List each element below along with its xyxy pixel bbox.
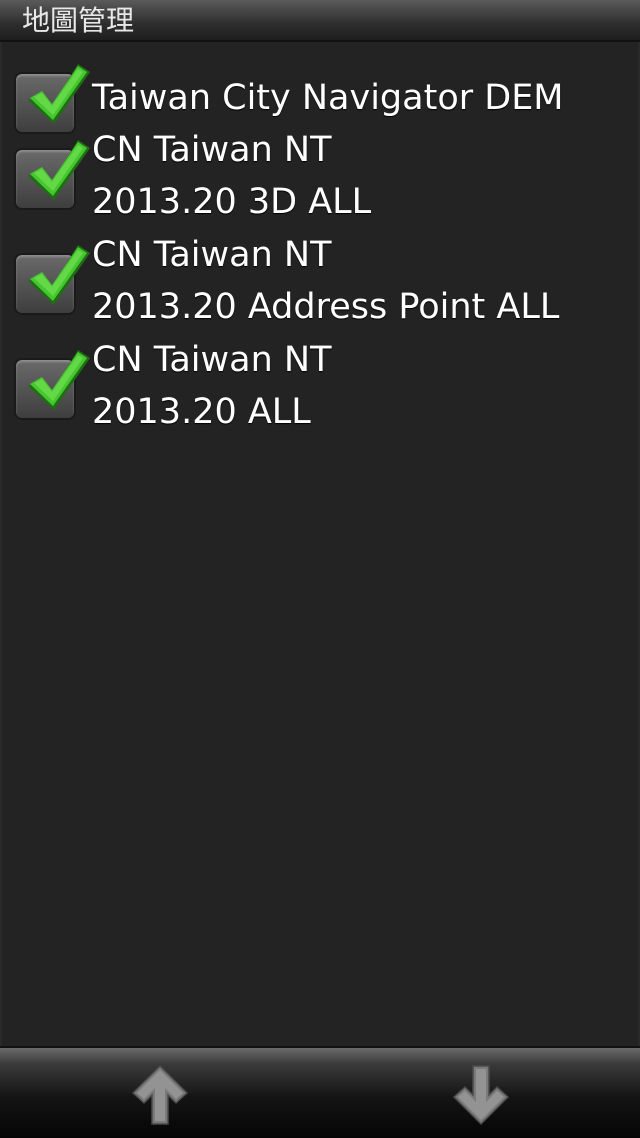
map-name: CN Taiwan NT <box>92 235 332 275</box>
title-bar: 地圖管理 <box>0 0 640 42</box>
map-checkbox[interactable] <box>14 140 90 210</box>
map-checkbox[interactable] <box>14 245 90 315</box>
arrow-down-icon <box>452 1065 510 1126</box>
list-item-map[interactable]: CN Taiwan NT 2013.20 ALL <box>2 334 638 438</box>
move-up-button[interactable] <box>125 1060 195 1130</box>
move-down-button[interactable] <box>446 1060 516 1130</box>
map-manager-screen: 地圖管理 Taiwan City Navigator DEM CN Taiwan… <box>0 0 640 1138</box>
checkmark-icon <box>28 140 90 200</box>
map-version: 2013.20 ALL <box>92 392 311 432</box>
map-list: Taiwan City Navigator DEM CN Taiwan NT 2… <box>2 42 638 1046</box>
map-name: CN Taiwan NT <box>92 340 332 380</box>
map-name: Taiwan City Navigator DEM <box>92 78 564 118</box>
map-version: 2013.20 3D ALL <box>92 182 372 222</box>
map-checkbox[interactable] <box>14 350 90 420</box>
arrow-up-icon <box>131 1064 189 1125</box>
bottom-toolbar <box>0 1046 640 1138</box>
page-title: 地圖管理 <box>22 4 135 37</box>
checkmark-icon <box>28 245 90 305</box>
checkmark-icon <box>28 64 90 124</box>
list-item-map[interactable]: CN Taiwan NT 2013.20 3D ALL <box>2 124 638 228</box>
map-version: 2013.20 Address Point ALL <box>92 287 560 327</box>
list-item-map[interactable]: CN Taiwan NT 2013.20 Address Point ALL <box>2 229 638 333</box>
map-name: CN Taiwan NT <box>92 130 332 170</box>
checkmark-icon <box>28 350 90 410</box>
